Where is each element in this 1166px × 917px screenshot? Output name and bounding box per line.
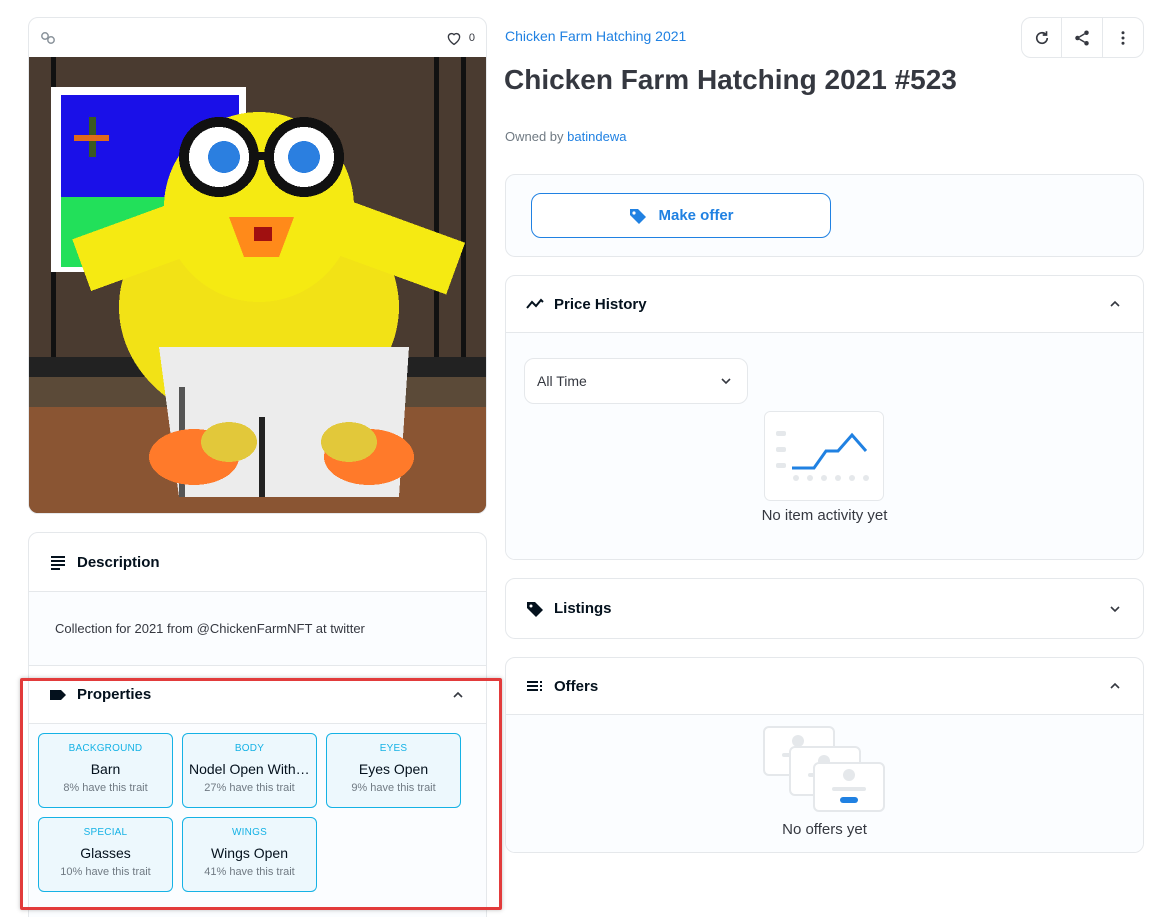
trait-card[interactable]: BODY Nodel Open With Hole 27% have this … [182,733,317,808]
owner-link[interactable]: batindewa [567,129,626,144]
trait-value: Eyes Open [358,761,429,777]
time-range-value: All Time [537,373,587,389]
time-range-select[interactable]: All Time [524,358,748,404]
offers-card: Offers No offers yet [505,657,1144,853]
offers-empty-text: No offers yet [782,821,867,838]
tag-icon [630,208,647,224]
trait-rarity: 10% have this trait [60,866,151,878]
price-history-empty-text: No item activity yet [761,507,888,524]
trait-rarity: 27% have this trait [204,782,295,794]
price-history-body: All Time No item activity yet [506,333,1143,559]
refresh-icon [1035,30,1048,44]
trait-type: BODY [234,743,265,754]
trait-rarity: 8% have this trait [63,782,148,794]
favorite-count: 0 [468,31,475,44]
offers-header[interactable]: Offers [506,658,1143,715]
properties-body: BACKGROUND Barn 8% have this trait BODY … [29,724,486,917]
nft-image[interactable] [29,57,486,513]
list-icon [526,677,544,695]
details-panel: Description Collection for 2021 from @Ch… [28,532,487,917]
trending-icon [526,295,544,313]
price-history-header[interactable]: Price History [506,276,1143,333]
link-icon[interactable] [40,30,56,46]
description-icon [49,553,67,571]
price-history-heading: Price History [554,295,647,313]
item-actions [1021,17,1144,58]
offers-body: No offers yet [506,715,1143,852]
offer-card: Make offer [505,174,1144,257]
trait-rarity: 9% have this trait [351,782,436,794]
refresh-button[interactable] [1022,18,1063,57]
price-history-card: Price History All Time No item activity … [505,275,1144,560]
owned-by-label: Owned by [505,129,564,144]
heart-icon [447,32,461,45]
properties-header[interactable]: Properties [29,666,486,724]
trait-type: EYES [379,743,408,754]
description-body: Collection for 2021 from @ChickenFarmNFT… [29,592,486,666]
empty-offers-illustration [763,726,885,812]
trait-card[interactable]: BACKGROUND Barn 8% have this trait [38,733,173,808]
trait-value: Glasses [80,845,131,861]
trait-type: BACKGROUND [68,743,143,754]
properties-heading: Properties [77,686,152,703]
more-button[interactable] [1103,18,1143,57]
media-card: 0 [28,17,487,514]
trait-card[interactable]: SPECIAL Glasses 10% have this trait [38,817,173,892]
trait-value: Wings Open [210,845,289,861]
owned-by: Owned by batindewa [505,129,626,144]
tag-icon [49,686,67,704]
trait-card[interactable]: WINGS Wings Open 41% have this trait [182,817,317,892]
collection-link[interactable]: Chicken Farm Hatching 2021 [505,28,686,44]
description-text: Collection for 2021 from @ChickenFarmNFT… [55,621,365,636]
page: 0 Description Collection for 2021 from @… [0,0,1166,917]
make-offer-label: Make offer [658,207,734,224]
listings-heading: Listings [554,600,612,617]
more-icon [1121,30,1125,45]
offers-heading: Offers [554,677,599,695]
empty-chart-illustration [764,411,884,501]
trait-card[interactable]: EYES Eyes Open 9% have this trait [326,733,461,808]
chevron-up-icon[interactable] [1109,680,1121,692]
trait-type: SPECIAL [83,827,128,838]
description-heading: Description [77,553,160,571]
chevron-up-icon[interactable] [452,689,464,701]
chevron-down-icon [721,378,731,385]
item-title: Chicken Farm Hatching 2021 #523 [504,64,957,95]
share-icon [1075,30,1089,45]
chevron-up-icon[interactable] [1109,298,1121,310]
listings-header[interactable]: Listings [506,579,1143,638]
make-offer-button[interactable]: Make offer [531,193,831,238]
tag-icon [526,600,544,618]
description-header[interactable]: Description [29,533,486,592]
trait-rarity: 41% have this trait [204,866,295,878]
trait-value: Nodel Open With Hole [189,761,316,777]
listings-card: Listings [505,578,1144,639]
favorite-button[interactable]: 0 [445,29,475,47]
trait-value: Barn [90,761,121,777]
chevron-down-icon[interactable] [1109,603,1121,615]
media-header: 0 [29,18,486,57]
trait-type: WINGS [232,827,267,838]
share-button[interactable] [1062,18,1103,57]
